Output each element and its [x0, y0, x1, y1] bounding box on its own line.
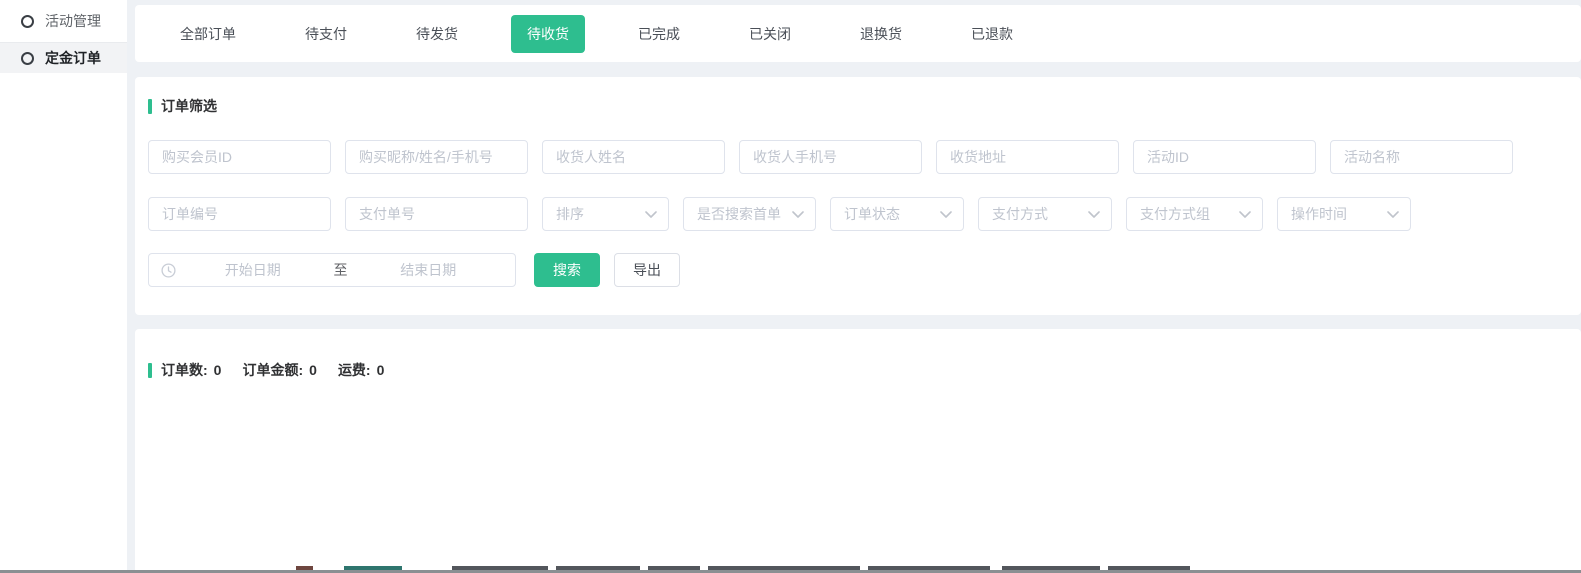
order-status-tabs: 全部订单 待支付 待发货 待收货 已完成 已关闭 退换货 已退款 [135, 5, 1581, 62]
filter-title-text: 订单筛选 [161, 96, 217, 116]
select-placeholder: 是否搜索首单 [697, 204, 781, 224]
activity-id-input[interactable] [1133, 140, 1316, 174]
chevron-down-icon [1387, 211, 1399, 218]
shipping-address-input[interactable] [936, 140, 1119, 174]
tab-pending-payment[interactable]: 待支付 [289, 15, 363, 53]
tab-all-orders[interactable]: 全部订单 [164, 15, 252, 53]
select-placeholder: 订单状态 [844, 204, 900, 224]
tab-returns[interactable]: 退换货 [844, 15, 918, 53]
chevron-down-icon [645, 211, 657, 218]
filter-row-2: 排序 是否搜索首单 订单状态 [148, 197, 1569, 231]
sidebar-item-activity-management[interactable]: 活动管理 [0, 0, 127, 42]
end-date-placeholder[interactable]: 结束日期 [352, 260, 506, 280]
sidebar: 活动管理 定金订单 [0, 0, 135, 573]
consignee-phone-input[interactable] [739, 140, 922, 174]
sidebar-item-label: 活动管理 [45, 11, 101, 31]
buyer-nickname-name-phone-input[interactable] [345, 140, 528, 174]
tab-closed[interactable]: 已关闭 [733, 15, 807, 53]
freight-value: 0 [377, 362, 385, 378]
first-order-search-select[interactable]: 是否搜索首单 [683, 197, 816, 231]
date-range-picker[interactable]: 开始日期 至 结束日期 [148, 253, 516, 287]
clock-icon [161, 263, 176, 278]
order-amount-value: 0 [309, 362, 317, 378]
freight-stat: 运费: 0 [338, 360, 384, 380]
circle-icon [21, 52, 34, 65]
consignee-name-input[interactable] [542, 140, 725, 174]
tab-completed[interactable]: 已完成 [622, 15, 696, 53]
filter-section-title: 订单筛选 [148, 96, 1569, 116]
select-placeholder: 支付方式 [992, 204, 1048, 224]
export-button[interactable]: 导出 [614, 253, 680, 287]
chevron-down-icon [792, 211, 804, 218]
start-date-placeholder[interactable]: 开始日期 [176, 260, 330, 280]
select-placeholder: 操作时间 [1291, 204, 1347, 224]
filter-row-3: 开始日期 至 结束日期 搜索 导出 [148, 253, 1569, 287]
circle-icon [21, 15, 34, 28]
buyer-member-id-input[interactable] [148, 140, 331, 174]
main-content: 全部订单 待支付 待发货 待收货 已完成 已关闭 退换货 已退款 订单筛选 [135, 0, 1581, 573]
order-number-input[interactable] [148, 197, 331, 231]
accent-bar [148, 363, 152, 378]
activity-name-input[interactable] [1330, 140, 1513, 174]
order-count-label: 订单数: [161, 360, 208, 380]
chevron-down-icon [940, 211, 952, 218]
date-separator: 至 [330, 260, 352, 280]
freight-label: 运费: [338, 360, 371, 380]
sort-select[interactable]: 排序 [542, 197, 669, 231]
select-placeholder: 支付方式组 [1140, 204, 1210, 224]
sidebar-item-deposit-orders[interactable]: 定金订单 [0, 42, 127, 73]
order-count-stat: 订单数: 0 [161, 360, 221, 380]
order-status-select[interactable]: 订单状态 [830, 197, 964, 231]
order-amount-stat: 订单金额: 0 [242, 360, 316, 380]
order-amount-label: 订单金额: [242, 360, 303, 380]
tab-pending-receipt[interactable]: 待收货 [511, 15, 585, 53]
app-window: 活动管理 定金订单 全部订单 待支付 待发货 待收货 已完成 已关闭 退换货 已… [0, 0, 1581, 573]
order-filter-panel: 订单筛选 排序 [135, 77, 1581, 315]
order-count-value: 0 [214, 362, 222, 378]
accent-bar [148, 99, 152, 114]
order-results-panel: 订单数: 0 订单金额: 0 运费: 0 [135, 329, 1581, 573]
chevron-down-icon [1239, 211, 1251, 218]
payment-method-select[interactable]: 支付方式 [978, 197, 1112, 231]
operation-time-select[interactable]: 操作时间 [1277, 197, 1411, 231]
chevron-down-icon [1088, 211, 1100, 218]
select-placeholder: 排序 [556, 204, 584, 224]
payment-number-input[interactable] [345, 197, 528, 231]
sidebar-item-label: 定金订单 [45, 48, 101, 68]
search-button[interactable]: 搜索 [534, 253, 600, 287]
filter-row-1 [148, 140, 1569, 174]
tab-refunded[interactable]: 已退款 [955, 15, 1029, 53]
payment-method-group-select[interactable]: 支付方式组 [1126, 197, 1263, 231]
order-summary: 订单数: 0 订单金额: 0 运费: 0 [148, 360, 1569, 380]
tab-pending-shipment[interactable]: 待发货 [400, 15, 474, 53]
